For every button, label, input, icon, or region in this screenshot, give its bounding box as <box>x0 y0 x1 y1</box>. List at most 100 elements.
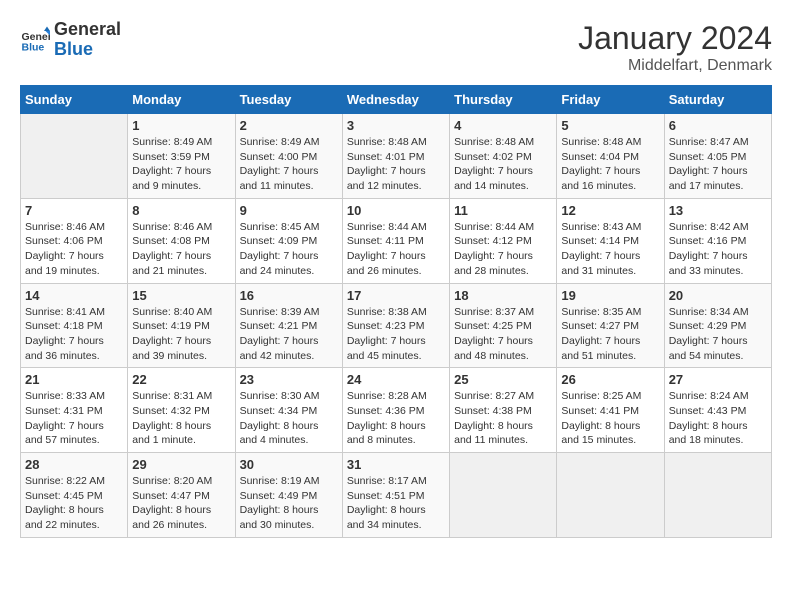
calendar-cell: 1 Sunrise: 8:49 AM Sunset: 3:59 PM Daylig… <box>128 114 235 199</box>
day-info: Sunrise: 8:48 AM Sunset: 4:01 PM Dayligh… <box>347 135 445 194</box>
day-number: 12 <box>561 203 659 218</box>
day-info: Sunrise: 8:49 AM Sunset: 4:00 PM Dayligh… <box>240 135 338 194</box>
day-info: Sunrise: 8:48 AM Sunset: 4:02 PM Dayligh… <box>454 135 552 194</box>
logo-general: General <box>54 20 121 40</box>
day-number: 24 <box>347 372 445 387</box>
calendar-cell: 17 Sunrise: 8:38 AM Sunset: 4:23 PM Dayli… <box>342 283 449 368</box>
day-number: 13 <box>669 203 767 218</box>
calendar-cell: 5Sunrise: 8:48 AM Sunset: 4:04 PM Daylig… <box>557 114 664 199</box>
calendar-cell: 31Sunrise: 8:17 AM Sunset: 4:51 PM Dayli… <box>342 453 449 538</box>
weekday-header-saturday: Saturday <box>664 86 771 114</box>
day-number: 6 <box>669 118 767 133</box>
calendar-cell: 26 Sunrise: 8:25 AM Sunset: 4:41 PM Dayli… <box>557 368 664 453</box>
day-number: 23 <box>240 372 338 387</box>
day-number: 25 <box>454 372 552 387</box>
calendar-cell: 22 Sunrise: 8:31 AM Sunset: 4:32 PM Dayli… <box>128 368 235 453</box>
calendar-week-row: 1 Sunrise: 8:49 AM Sunset: 3:59 PM Daylig… <box>21 114 772 199</box>
calendar-cell: 23 Sunrise: 8:30 AM Sunset: 4:34 PM Dayli… <box>235 368 342 453</box>
weekday-header-row: SundayMondayTuesdayWednesdayThursdayFrid… <box>21 86 772 114</box>
calendar-week-row: 21 Sunrise: 8:33 AM Sunset: 4:31 PM Dayli… <box>21 368 772 453</box>
calendar-cell: 8Sunrise: 8:46 AM Sunset: 4:08 PM Daylig… <box>128 198 235 283</box>
calendar-week-row: 28Sunrise: 8:22 AM Sunset: 4:45 PM Dayli… <box>21 453 772 538</box>
calendar-cell: 27 Sunrise: 8:24 AM Sunset: 4:43 PM Dayli… <box>664 368 771 453</box>
day-info: Sunrise: 8:33 AM Sunset: 4:31 PM Dayligh… <box>25 389 123 448</box>
day-number: 7 <box>25 203 123 218</box>
day-number: 3 <box>347 118 445 133</box>
svg-text:Blue: Blue <box>22 41 45 53</box>
day-info: Sunrise: 8:44 AM Sunset: 4:12 PM Dayligh… <box>454 220 552 279</box>
calendar-cell: 3 Sunrise: 8:48 AM Sunset: 4:01 PM Daylig… <box>342 114 449 199</box>
day-info: Sunrise: 8:39 AM Sunset: 4:21 PM Dayligh… <box>240 305 338 364</box>
day-info: Sunrise: 8:27 AM Sunset: 4:38 PM Dayligh… <box>454 389 552 448</box>
day-info: Sunrise: 8:31 AM Sunset: 4:32 PM Dayligh… <box>132 389 230 448</box>
day-number: 20 <box>669 288 767 303</box>
day-number: 26 <box>561 372 659 387</box>
location-subtitle: Middelfart, Denmark <box>578 57 772 75</box>
calendar-cell <box>664 453 771 538</box>
weekday-header-wednesday: Wednesday <box>342 86 449 114</box>
calendar-cell: 24 Sunrise: 8:28 AM Sunset: 4:36 PM Dayli… <box>342 368 449 453</box>
day-info: Sunrise: 8:37 AM Sunset: 4:25 PM Dayligh… <box>454 305 552 364</box>
calendar-cell: 6 Sunrise: 8:47 AM Sunset: 4:05 PM Daylig… <box>664 114 771 199</box>
calendar-cell: 10 Sunrise: 8:44 AM Sunset: 4:11 PM Dayli… <box>342 198 449 283</box>
day-number: 30 <box>240 457 338 472</box>
title-block: January 2024 Middelfart, Denmark <box>578 20 772 75</box>
day-number: 17 <box>347 288 445 303</box>
day-number: 2 <box>240 118 338 133</box>
day-number: 4 <box>454 118 552 133</box>
calendar-cell <box>450 453 557 538</box>
calendar-cell: 13Sunrise: 8:42 AM Sunset: 4:16 PM Dayli… <box>664 198 771 283</box>
day-info: Sunrise: 8:43 AM Sunset: 4:14 PM Dayligh… <box>561 220 659 279</box>
day-number: 9 <box>240 203 338 218</box>
calendar-cell: 18 Sunrise: 8:37 AM Sunset: 4:25 PM Dayli… <box>450 283 557 368</box>
calendar-cell <box>557 453 664 538</box>
calendar-cell <box>21 114 128 199</box>
logo-blue: Blue <box>54 40 121 60</box>
weekday-header-thursday: Thursday <box>450 86 557 114</box>
weekday-header-tuesday: Tuesday <box>235 86 342 114</box>
calendar-body: 1 Sunrise: 8:49 AM Sunset: 3:59 PM Daylig… <box>21 114 772 538</box>
day-info: Sunrise: 8:28 AM Sunset: 4:36 PM Dayligh… <box>347 389 445 448</box>
calendar-header: SundayMondayTuesdayWednesdayThursdayFrid… <box>21 86 772 114</box>
day-info: Sunrise: 8:30 AM Sunset: 4:34 PM Dayligh… <box>240 389 338 448</box>
calendar-cell: 30 Sunrise: 8:19 AM Sunset: 4:49 PM Dayli… <box>235 453 342 538</box>
day-number: 14 <box>25 288 123 303</box>
day-info: Sunrise: 8:34 AM Sunset: 4:29 PM Dayligh… <box>669 305 767 364</box>
weekday-header-monday: Monday <box>128 86 235 114</box>
day-info: Sunrise: 8:47 AM Sunset: 4:05 PM Dayligh… <box>669 135 767 194</box>
calendar-cell: 21 Sunrise: 8:33 AM Sunset: 4:31 PM Dayli… <box>21 368 128 453</box>
day-number: 1 <box>132 118 230 133</box>
day-number: 5 <box>561 118 659 133</box>
day-number: 22 <box>132 372 230 387</box>
calendar-cell: 20 Sunrise: 8:34 AM Sunset: 4:29 PM Dayli… <box>664 283 771 368</box>
day-info: Sunrise: 8:41 AM Sunset: 4:18 PM Dayligh… <box>25 305 123 364</box>
weekday-header-friday: Friday <box>557 86 664 114</box>
page-header: General Blue General Blue January 2024 M… <box>20 20 772 75</box>
day-info: Sunrise: 8:40 AM Sunset: 4:19 PM Dayligh… <box>132 305 230 364</box>
day-info: Sunrise: 8:25 AM Sunset: 4:41 PM Dayligh… <box>561 389 659 448</box>
day-number: 21 <box>25 372 123 387</box>
calendar-cell: 12 Sunrise: 8:43 AM Sunset: 4:14 PM Dayli… <box>557 198 664 283</box>
day-number: 27 <box>669 372 767 387</box>
day-info: Sunrise: 8:49 AM Sunset: 3:59 PM Dayligh… <box>132 135 230 194</box>
month-year-title: January 2024 <box>578 20 772 57</box>
day-number: 28 <box>25 457 123 472</box>
day-number: 19 <box>561 288 659 303</box>
day-info: Sunrise: 8:20 AM Sunset: 4:47 PM Dayligh… <box>132 474 230 533</box>
day-info: Sunrise: 8:44 AM Sunset: 4:11 PM Dayligh… <box>347 220 445 279</box>
day-info: Sunrise: 8:24 AM Sunset: 4:43 PM Dayligh… <box>669 389 767 448</box>
calendar-cell: 11Sunrise: 8:44 AM Sunset: 4:12 PM Dayli… <box>450 198 557 283</box>
day-number: 15 <box>132 288 230 303</box>
day-info: Sunrise: 8:45 AM Sunset: 4:09 PM Dayligh… <box>240 220 338 279</box>
calendar-cell: 29Sunrise: 8:20 AM Sunset: 4:47 PM Dayli… <box>128 453 235 538</box>
day-info: Sunrise: 8:38 AM Sunset: 4:23 PM Dayligh… <box>347 305 445 364</box>
calendar-cell: 25 Sunrise: 8:27 AM Sunset: 4:38 PM Dayli… <box>450 368 557 453</box>
day-number: 18 <box>454 288 552 303</box>
day-info: Sunrise: 8:19 AM Sunset: 4:49 PM Dayligh… <box>240 474 338 533</box>
day-number: 10 <box>347 203 445 218</box>
calendar-cell: 2 Sunrise: 8:49 AM Sunset: 4:00 PM Daylig… <box>235 114 342 199</box>
calendar-week-row: 14 Sunrise: 8:41 AM Sunset: 4:18 PM Dayli… <box>21 283 772 368</box>
day-info: Sunrise: 8:46 AM Sunset: 4:06 PM Dayligh… <box>25 220 123 279</box>
calendar-cell: 28Sunrise: 8:22 AM Sunset: 4:45 PM Dayli… <box>21 453 128 538</box>
day-number: 31 <box>347 457 445 472</box>
